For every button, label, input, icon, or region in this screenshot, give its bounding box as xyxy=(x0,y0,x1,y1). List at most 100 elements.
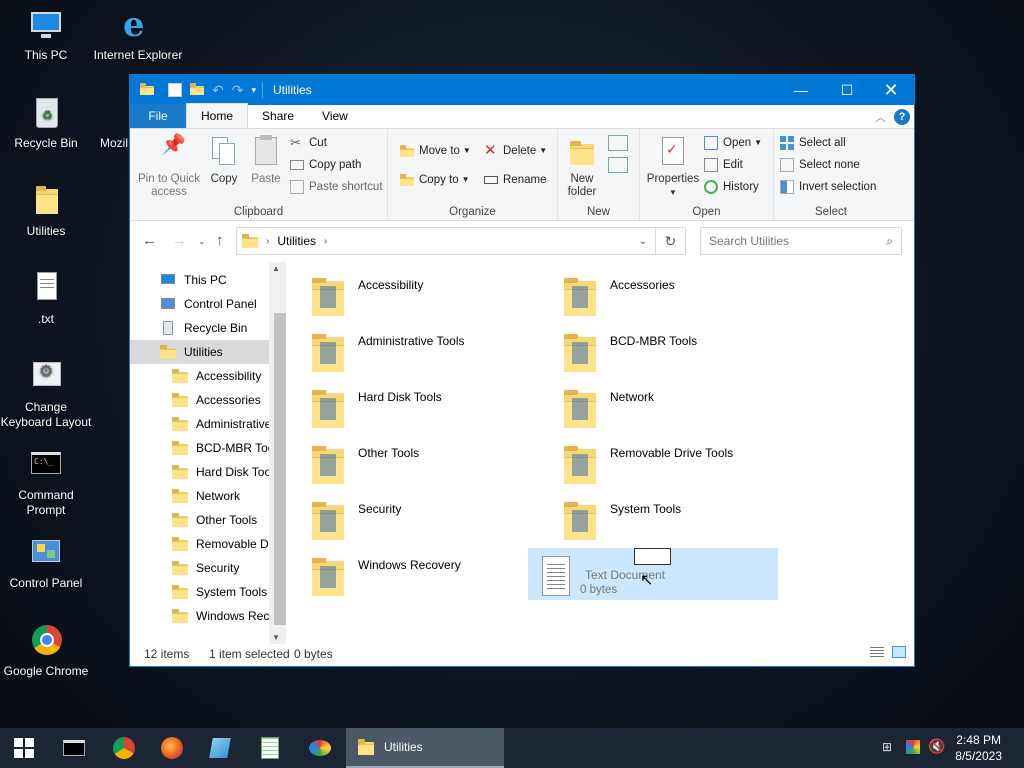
tree-item[interactable]: Administrative xyxy=(130,412,286,436)
folder-item[interactable]: BCD-MBR Tools xyxy=(558,324,798,376)
scroll-up-icon[interactable]: ▲ xyxy=(272,264,280,273)
taskbar-firefox[interactable] xyxy=(148,728,196,768)
recent-locations-chevron-icon[interactable]: ⌄ xyxy=(198,236,206,247)
tree-item[interactable]: Accessibility xyxy=(130,364,286,388)
copy-to-button[interactable]: Copy to ▼ xyxy=(400,170,470,190)
folder-item[interactable]: Windows Recovery xyxy=(306,548,546,600)
minimize-button[interactable]: — xyxy=(778,75,824,105)
folder-item[interactable]: Accessibility xyxy=(306,268,546,320)
address-dropdown-icon[interactable]: ⌄ xyxy=(639,236,647,247)
copy-path-button[interactable]: Copy path xyxy=(290,155,361,175)
tree-item[interactable]: Control Panel xyxy=(130,292,286,316)
properties-quick-icon[interactable] xyxy=(168,83,182,97)
address-bar[interactable]: › Utilities › ⌄ xyxy=(236,227,656,255)
customize-chevron-icon[interactable]: ▾ xyxy=(251,85,256,96)
folder-item[interactable]: System Tools xyxy=(558,492,798,544)
close-button[interactable]: ✕ xyxy=(868,75,914,105)
tree-item[interactable]: System Tools xyxy=(130,580,286,604)
taskbar-notepad[interactable] xyxy=(196,728,244,768)
rename-box[interactable] xyxy=(634,548,671,565)
edit-button[interactable]: Edit xyxy=(704,155,743,175)
properties-button[interactable]: ✓ Properties ▼ xyxy=(646,135,700,199)
delete-button[interactable]: ✕ Delete ▼ xyxy=(484,141,547,161)
color-tray-icon[interactable] xyxy=(906,740,920,754)
folder-item[interactable]: Removable Drive Tools xyxy=(558,436,798,488)
taskbar-cmd[interactable] xyxy=(50,728,98,768)
folder-item[interactable]: Accessories xyxy=(558,268,798,320)
scrollbar-thumb[interactable] xyxy=(274,313,286,625)
tree-item[interactable]: Accessories xyxy=(130,388,286,412)
tree-item[interactable]: Network xyxy=(130,484,286,508)
new-folder-button[interactable]: New folder xyxy=(562,135,602,199)
help-icon[interactable]: ? xyxy=(894,109,910,125)
copy-button[interactable]: Copy xyxy=(206,135,242,186)
tree-item[interactable]: Hard Disk Tools xyxy=(130,460,286,484)
breadcrumb-utilities[interactable]: Utilities xyxy=(277,234,316,248)
desktop-icon-control-panel[interactable]: Control Panel xyxy=(0,536,92,591)
tree-item[interactable]: Windows Reco xyxy=(130,604,286,628)
folder-item[interactable]: Other Tools xyxy=(306,436,546,488)
taskbar-window-utilities[interactable]: Utilities xyxy=(346,728,504,768)
desktop-icon-command-prompt[interactable]: C:\_ Command Prompt xyxy=(0,448,92,518)
clock[interactable]: 2:48 PM 8/5/2023 xyxy=(955,732,1002,764)
folder-item[interactable]: Network xyxy=(558,380,798,432)
ribbon-tabs: File Home Share View ︿ ? xyxy=(130,103,914,129)
tree-item[interactable]: BCD-MBR Tool xyxy=(130,436,286,460)
desktop-icon-this-pc[interactable]: This PC xyxy=(0,8,92,63)
title-bar[interactable]: ↶ ↷ ▾ Utilities — ☐ ✕ xyxy=(130,75,914,105)
desktop-icon-txt[interactable]: .txt xyxy=(0,272,92,327)
tree-item[interactable]: Other Tools xyxy=(130,508,286,532)
desktop-icon-google-chrome[interactable]: Google Chrome xyxy=(0,624,92,679)
folder-icon xyxy=(172,417,188,431)
tree-item[interactable]: This PC xyxy=(130,268,286,292)
paste-button[interactable]: Paste xyxy=(248,135,284,186)
search-input[interactable]: Search Utilities ⌕ xyxy=(700,227,902,255)
paste-shortcut-button[interactable]: Paste shortcut xyxy=(290,177,383,197)
move-to-button[interactable]: Move to ▼ xyxy=(400,141,471,161)
tab-file[interactable]: File xyxy=(130,104,186,128)
start-button[interactable] xyxy=(0,728,48,768)
rename-button[interactable]: Rename xyxy=(484,170,546,190)
taskbar-chrome[interactable] xyxy=(100,728,148,768)
select-all-button[interactable]: Select all xyxy=(780,133,846,153)
easy-access-icon[interactable] xyxy=(608,157,628,173)
open-button[interactable]: Open ▼ xyxy=(704,133,762,153)
new-folder-quick-icon[interactable] xyxy=(190,83,204,97)
new-item-icon[interactable] xyxy=(608,135,628,151)
undo-icon[interactable]: ↶ xyxy=(212,82,224,99)
volume-muted-icon[interactable]: 🔇 xyxy=(928,738,945,755)
folder-item[interactable]: Security xyxy=(306,492,546,544)
history-button[interactable]: History xyxy=(704,177,759,197)
file-item[interactable]: Text Document 0 bytes ↖ xyxy=(528,548,778,600)
tab-home[interactable]: Home xyxy=(186,103,249,128)
up-arrow-icon[interactable]: ↑ xyxy=(216,232,224,249)
pin-quick-access-button[interactable]: 📌 Pin to Quick access xyxy=(136,135,202,199)
tree-item[interactable]: Utilities xyxy=(130,340,286,364)
tab-view[interactable]: View xyxy=(308,104,362,128)
scroll-down-icon[interactable]: ▼ xyxy=(272,633,280,642)
maximize-button[interactable]: ☐ xyxy=(824,75,870,105)
network-icon[interactable]: ⊞ xyxy=(882,740,892,754)
invert-selection-button[interactable]: Invert selection xyxy=(780,177,876,197)
desktop-icon-utilities[interactable]: Utilities xyxy=(0,184,92,239)
folder-item[interactable]: Administrative Tools xyxy=(306,324,546,376)
collapse-ribbon-icon[interactable]: ︿ xyxy=(875,109,886,125)
taskbar-notepad-plus[interactable] xyxy=(246,728,294,768)
tab-share[interactable]: Share xyxy=(248,104,308,128)
tree-item[interactable]: Removable Dri xyxy=(130,532,286,556)
folder-item[interactable]: Hard Disk Tools xyxy=(306,380,546,432)
large-icons-view-icon[interactable] xyxy=(892,646,906,658)
tree-item[interactable]: Recycle Bin xyxy=(130,316,286,340)
cut-button[interactable]: ✂ Cut xyxy=(290,133,327,153)
desktop-icon-recycle-bin[interactable]: ♻ Recycle Bin xyxy=(0,96,92,151)
desktop-icon-change-keyboard-layout[interactable]: ⚙ Change Keyboard Layout xyxy=(0,360,92,430)
refresh-button[interactable]: ↻ xyxy=(656,227,686,255)
back-arrow-icon[interactable]: ← xyxy=(142,232,157,249)
redo-icon[interactable]: ↷ xyxy=(232,82,244,99)
select-none-button[interactable]: Select none xyxy=(780,155,860,175)
tree-item[interactable]: Security xyxy=(130,556,286,580)
forward-arrow-icon[interactable]: → xyxy=(172,232,187,249)
taskbar-paint[interactable] xyxy=(296,728,344,768)
desktop-icon-internet-explorer[interactable]: e Internet Explorer xyxy=(92,8,184,63)
details-view-icon[interactable] xyxy=(870,647,884,658)
